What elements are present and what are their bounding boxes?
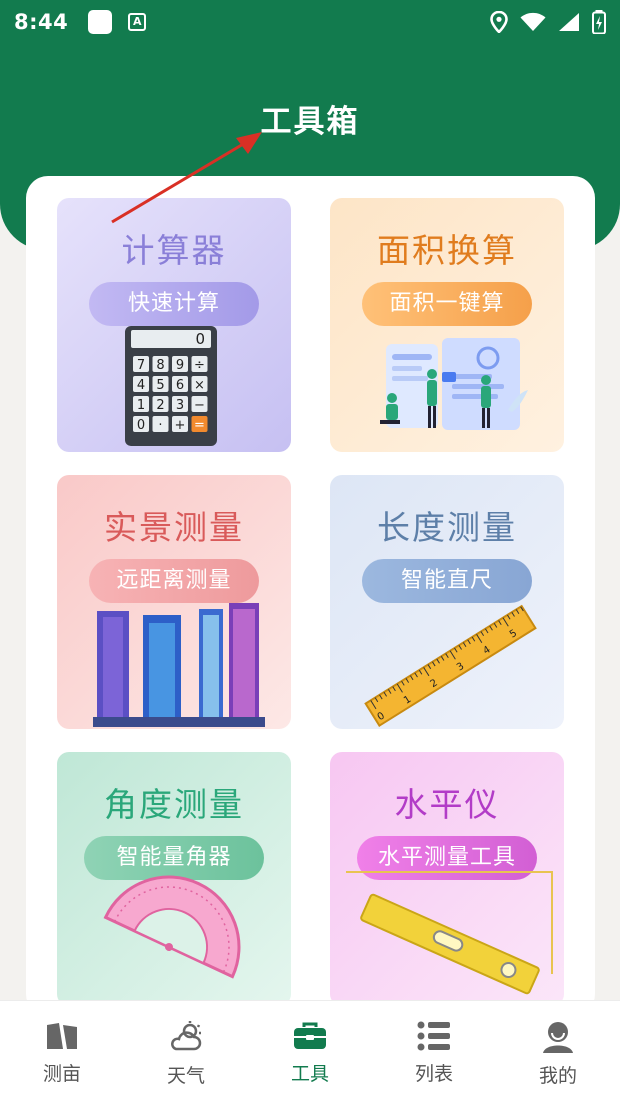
nav-label: 工具 [290,1063,329,1085]
protractor-icon [103,875,241,979]
map-fold-icon [47,1023,77,1049]
nav-item-tools[interactable]: 工具 [248,1001,372,1104]
list-icon [417,1021,450,1051]
tool-card-angle[interactable]: 角度测量 智能量角器 [57,752,291,1006]
tool-card-level[interactable]: 水平仪 水平测量工具 [330,752,564,1006]
calculator-key-label: 2 [156,398,164,413]
profile-icon [543,1022,573,1053]
calculator-key-label: − [194,398,205,413]
calculator-key-label: 3 [176,398,184,413]
calculator-key-label: · [158,418,162,433]
tool-card-length[interactable]: 长度测量 智能直尺 012345 [330,475,564,729]
nav-item-weather[interactable]: 天气 [124,1001,248,1104]
toolbox-icon [294,1022,326,1049]
calculator-key-label: 6 [176,378,184,393]
calculator-key-label: 7 [137,358,145,373]
calculator-key-label: × [194,378,205,393]
nav-item-measure[interactable]: 测亩 [0,1001,124,1104]
nav-label: 列表 [414,1063,453,1085]
annotation-arrow [111,132,262,224]
nav-item-list[interactable]: 列表 [372,1001,496,1104]
nav-label: 我的 [538,1065,577,1087]
calculator-key-label: 1 [137,398,145,413]
buildings-illustration [93,603,265,727]
bottom-navigation: 测亩 天气 工具 列表 我的 [0,1000,620,1104]
calculator-key-label: 5 [156,378,164,393]
ruler-icon: 012345 [364,604,537,728]
spirit-level-icon [346,871,553,995]
calculator-key-label: 9 [176,358,184,373]
calculator-key-label: 8 [156,358,164,373]
calculator-display: 0 [195,330,205,348]
calculator-key-label: ÷ [194,358,205,373]
weather-icon [171,1021,202,1051]
calculator-key-label: + [175,418,186,433]
tool-card-real-scene[interactable]: 实景测量 远距离测量 [57,475,291,729]
calculator-key-label: = [194,418,205,433]
nav-item-profile[interactable]: 我的 [496,1001,620,1104]
nav-label: 测亩 [42,1063,81,1085]
calculator-key-label: 0 [137,418,145,433]
app-screen: 8:44 A 工具箱 计算器 快速计算 0 7 8 9 ÷ 4 5 6 × 1 2 3−0 · + = 面… [0,0,620,1104]
calculator-key-label: 4 [137,378,145,393]
nav-label: 天气 [166,1065,205,1087]
